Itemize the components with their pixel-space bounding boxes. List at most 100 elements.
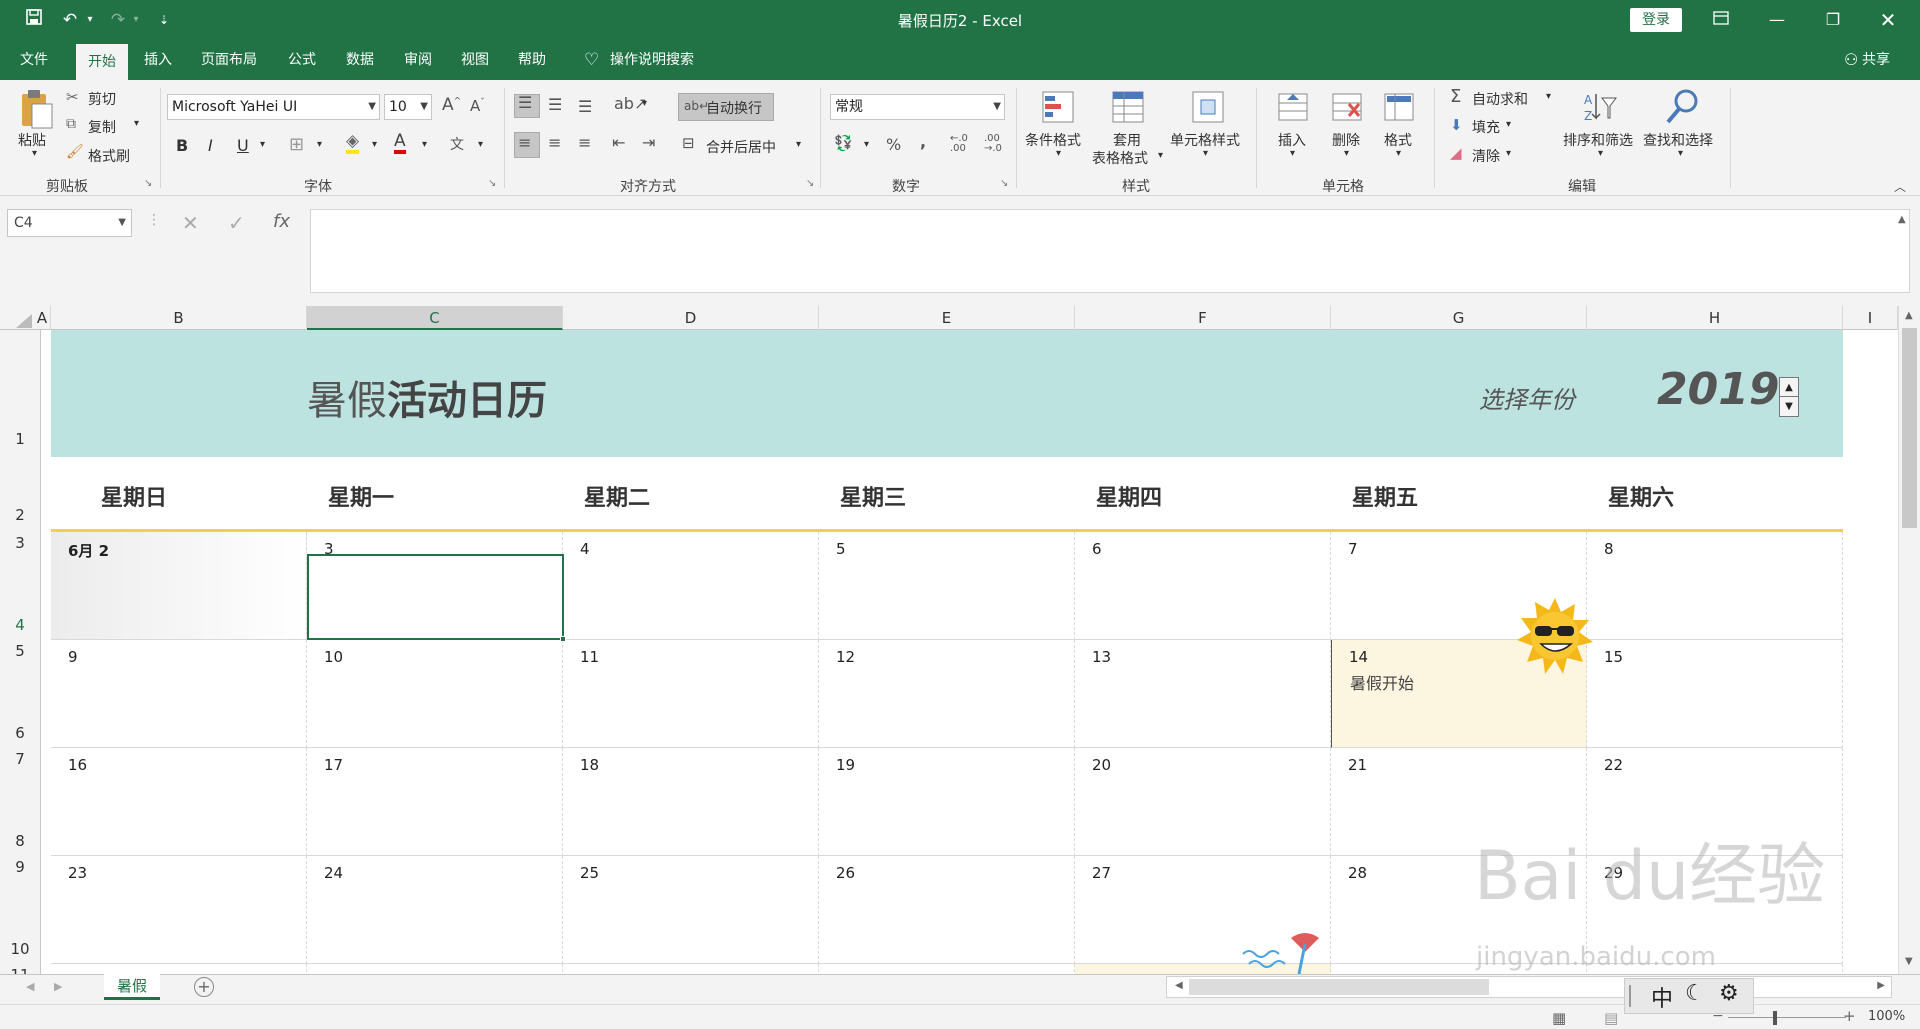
calendar-day-cell[interactable]: 11 — [563, 640, 819, 748]
row-header-9[interactable]: 9 — [0, 858, 40, 876]
format-cells-button[interactable]: 格式 — [1384, 130, 1412, 150]
zoom-slider-thumb[interactable] — [1773, 1011, 1777, 1025]
format-as-table-line1[interactable]: 套用 — [1113, 130, 1141, 150]
calendar-day-cell[interactable]: 3 — [819, 964, 1075, 974]
next-sheet-icon[interactable]: ▶ — [54, 980, 62, 993]
lightbulb-icon[interactable]: ♡ — [578, 40, 605, 80]
phonetic-dropdown-icon[interactable]: ▾ — [478, 139, 483, 150]
cut-button[interactable]: 剪切 — [88, 89, 116, 109]
find-select-button[interactable]: 查找和选择 — [1643, 130, 1713, 150]
merge-dropdown-icon[interactable]: ▾ — [796, 139, 801, 150]
calendar-day-cell[interactable]: 7月 1 — [307, 964, 563, 974]
align-center-icon[interactable]: ≡ — [548, 133, 561, 152]
delete-cells-dropdown-icon[interactable]: ▾ — [1344, 148, 1349, 159]
zoom-slider[interactable] — [1728, 1017, 1846, 1018]
fill-button[interactable]: 填充 — [1472, 117, 1500, 137]
year-value[interactable]: 2019 — [1657, 364, 1779, 415]
row-header-10[interactable]: 10 — [0, 940, 40, 958]
calendar-day-cell[interactable]: 23 — [51, 856, 307, 964]
row-header-5[interactable]: 5 — [0, 642, 40, 660]
conditional-format-dropdown-icon[interactable]: ▾ — [1056, 148, 1061, 159]
format-as-table-icon[interactable] — [1110, 90, 1146, 126]
find-select-dropdown-icon[interactable]: ▾ — [1678, 148, 1683, 159]
cell-styles-icon[interactable] — [1190, 90, 1226, 126]
add-sheet-icon[interactable]: + — [194, 977, 214, 997]
column-header-g[interactable]: G — [1331, 306, 1587, 330]
sort-filter-icon[interactable]: AZ — [1582, 90, 1618, 126]
row-header-2[interactable]: 2 — [0, 506, 40, 524]
calendar-day-cell[interactable]: 5 — [819, 532, 1075, 640]
underline-button[interactable]: U — [237, 136, 249, 155]
format-cells-dropdown-icon[interactable]: ▾ — [1396, 148, 1401, 159]
calendar-day-cell[interactable]: 24 — [307, 856, 563, 964]
vertical-scroll-thumb[interactable] — [1902, 328, 1917, 528]
share-button[interactable]: 共享 — [1856, 40, 1896, 80]
page-layout-view-icon[interactable]: ▤ — [1604, 1009, 1618, 1027]
calendar-day-cell[interactable]: 2 — [563, 964, 819, 974]
percent-button[interactable]: % — [886, 135, 901, 154]
cell-styles-button[interactable]: 单元格样式 — [1170, 130, 1240, 150]
currency-dropdown-icon[interactable]: ▾ — [864, 139, 869, 150]
align-right-icon[interactable]: ≡ — [578, 133, 591, 152]
scroll-right-icon[interactable]: ▶ — [1877, 980, 1885, 991]
close-icon[interactable]: ✕ — [1873, 6, 1903, 34]
paste-icon[interactable] — [18, 88, 54, 132]
select-all-icon[interactable] — [16, 314, 32, 328]
format-painter-icon[interactable]: 🖌 — [66, 144, 84, 160]
restore-icon[interactable]: ❐ — [1818, 6, 1848, 34]
calendar-day-cell[interactable]: 6月 2 — [51, 532, 307, 640]
autosum-icon[interactable]: Σ — [1450, 86, 1461, 107]
prev-sheet-icon[interactable]: ◀ — [26, 980, 34, 993]
column-header-d[interactable]: D — [563, 306, 819, 330]
cancel-formula-icon[interactable]: ✕ — [182, 211, 199, 235]
sheet-tab-summer[interactable]: 暑假 — [104, 974, 160, 1000]
year-spinner[interactable]: ▲ ▼ — [1779, 377, 1799, 417]
login-button[interactable]: 登录 — [1630, 8, 1682, 32]
autosum-dropdown-icon[interactable]: ▾ — [1546, 91, 1551, 102]
calendar-day-cell[interactable]: 12 — [819, 640, 1075, 748]
calendar-day-cell[interactable]: 13 — [1075, 640, 1331, 748]
worksheet-grid[interactable]: 暑假活动日历 选择年份 2019 ▲ ▼ 星期日 星期一 星期二 星期三 星期四… — [51, 330, 1843, 974]
autosum-button[interactable]: 自动求和 — [1472, 89, 1528, 109]
delete-cells-icon[interactable] — [1330, 90, 1364, 126]
zoom-in-icon[interactable]: + — [1843, 1007, 1856, 1025]
row-header-7[interactable]: 7 — [0, 750, 40, 768]
format-as-table-line2[interactable]: 表格格式 — [1092, 148, 1148, 168]
merge-icon[interactable]: ⊟ — [682, 134, 695, 152]
decrease-decimal-icon[interactable]: .00 →.0 — [984, 134, 1002, 154]
fill-down-icon[interactable]: ⬇ — [1450, 116, 1463, 134]
name-box-grip-icon[interactable]: ⋮ — [147, 212, 161, 228]
ime-settings-icon[interactable]: ⚙ — [1719, 981, 1739, 1006]
expand-formula-bar-icon[interactable]: ▲ — [1898, 214, 1906, 225]
tab-formulas[interactable]: 公式 — [282, 40, 322, 80]
insert-cells-icon[interactable] — [1276, 90, 1310, 126]
clear-button[interactable]: 清除 — [1472, 146, 1500, 166]
eraser-icon[interactable]: ◢ — [1450, 144, 1462, 162]
zoom-level[interactable]: 100% — [1868, 1009, 1905, 1024]
ribbon-display-options-icon[interactable] — [1706, 6, 1736, 34]
scroll-up-icon[interactable]: ▲ — [1905, 310, 1913, 321]
cell-styles-dropdown-icon[interactable]: ▾ — [1203, 148, 1208, 159]
merge-center-button[interactable]: 合并后居中 — [706, 137, 776, 157]
paste-dropdown-icon[interactable]: ▾ — [32, 148, 37, 159]
fill-handle[interactable] — [560, 636, 566, 642]
tab-view[interactable]: 视图 — [455, 40, 495, 80]
find-search-icon[interactable] — [1664, 88, 1700, 126]
row-header-1[interactable]: 1 — [0, 430, 40, 448]
copy-icon[interactable]: ⧉ — [66, 116, 76, 132]
copy-dropdown-icon[interactable]: ▾ — [134, 118, 139, 129]
ime-language-toggle[interactable]: 中 — [1651, 981, 1673, 1013]
format-cells-icon[interactable] — [1382, 90, 1416, 126]
calendar-day-cell[interactable]: 20 — [1075, 748, 1331, 856]
calendar-day-cell[interactable]: 30 — [51, 964, 307, 974]
insert-cells-dropdown-icon[interactable]: ▾ — [1290, 148, 1295, 159]
increase-decimal-icon[interactable]: ←.0.00 — [950, 134, 968, 154]
ime-moon-icon[interactable]: ☾ — [1685, 981, 1705, 1006]
column-header-a[interactable]: A — [34, 306, 51, 330]
tab-insert[interactable]: 插入 — [138, 40, 178, 80]
phonetic-icon[interactable]: 文 — [450, 134, 464, 154]
column-header-c[interactable]: C — [307, 306, 563, 330]
tab-home[interactable]: 开始 — [76, 44, 128, 80]
alignment-launcher-icon[interactable]: ↘ — [806, 178, 814, 189]
calendar-day-cell[interactable]: 6 — [1075, 532, 1331, 640]
